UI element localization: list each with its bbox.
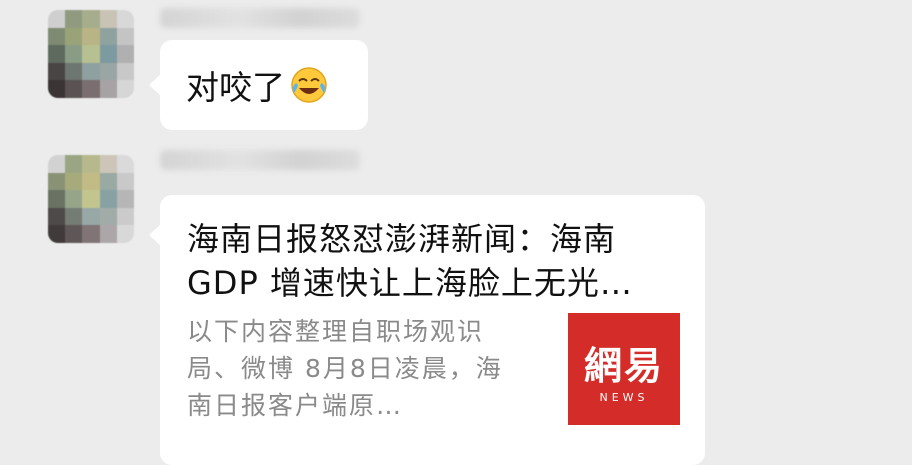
link-card-description-line: 以下内容整理自职场观识 <box>187 317 485 346</box>
sender-name-blurred <box>160 150 360 170</box>
news-label: NEWS <box>599 391 649 404</box>
link-card-message[interactable]: 海南日报怒怼澎湃新闻：海南 GDP 增速快让上海脸上无光… 以下内容整理自职场观… <box>160 195 705 465</box>
tears-of-joy-emoji-icon <box>289 65 329 105</box>
sender-name-blurred <box>160 8 360 28</box>
sender-avatar[interactable] <box>48 10 134 98</box>
message-text: 对咬了 <box>186 68 285 107</box>
sender-avatar[interactable] <box>48 155 134 243</box>
link-card-title-line: 海南日报怒怼澎湃新闻：海南 <box>187 220 617 258</box>
link-card-title: 海南日报怒怼澎湃新闻：海南 GDP 增速快让上海脸上无光… <box>187 217 687 305</box>
netease-logo-text: 網易 <box>583 344 664 388</box>
netease-news-thumbnail: 網易 NEWS <box>568 313 680 425</box>
link-card-description-line: 南日报客户端原… <box>187 391 404 420</box>
text-message-bubble[interactable]: 对咬了 <box>160 40 368 130</box>
link-card-title-line: GDP 增速快让上海脸上无光… <box>187 264 633 302</box>
link-card-description-line: 局、微博 8月8日凌晨，海 <box>187 354 503 383</box>
link-card-description: 以下内容整理自职场观识 局、微博 8月8日凌晨，海 南日报客户端原… <box>187 313 542 424</box>
